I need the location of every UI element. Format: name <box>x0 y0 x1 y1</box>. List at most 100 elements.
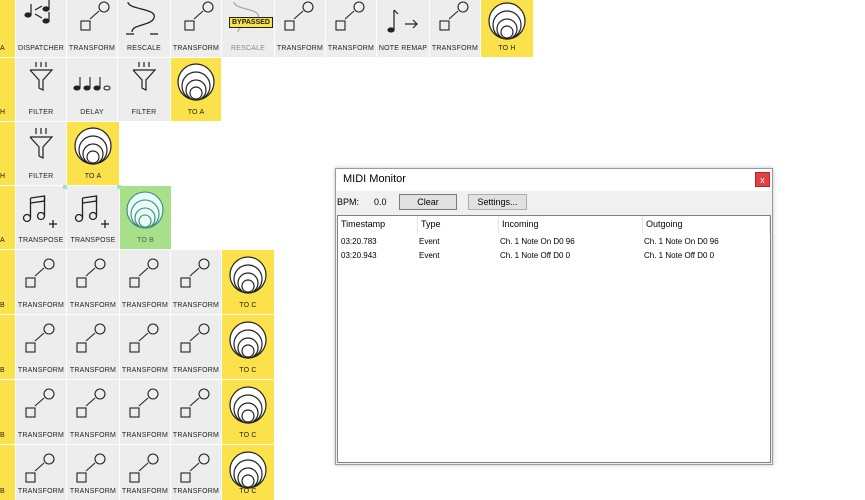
filter-tile[interactable]: FILTER <box>118 58 170 121</box>
output-tile-to-a[interactable]: TO A <box>171 58 221 121</box>
output-tile-to-b[interactable]: TO B <box>120 186 171 249</box>
rescale-bypassed-tile[interactable]: BYPASSED RESCALE <box>222 0 274 57</box>
tile-label: TRANSFORM <box>69 302 117 309</box>
edge-tile[interactable]: H <box>0 58 15 121</box>
column-header-timestamp[interactable]: Timestamp <box>338 216 418 233</box>
tile-label: TRANSFORM <box>68 45 116 52</box>
transform-tile[interactable]: TRANSFORM <box>67 0 117 57</box>
edge-tile[interactable]: B <box>0 250 15 314</box>
column-header-outgoing[interactable]: Outgoing <box>643 216 770 233</box>
edge-tile[interactable]: B <box>0 445 15 500</box>
delay-tile[interactable]: DELAY <box>67 58 117 121</box>
window-title: MIDI Monitor <box>343 173 406 185</box>
transform-tile[interactable]: TRANSFORM <box>16 380 66 444</box>
tile-label: FILTER <box>28 109 54 116</box>
midi-monitor-window: MIDI Monitor x BPM: 0.0 Clear Settings..… <box>335 168 773 465</box>
transform-tile[interactable]: TRANSFORM <box>120 250 170 314</box>
tile-label: TRANSFORM <box>172 367 220 374</box>
output-tile-to-c[interactable]: TO C <box>222 445 274 500</box>
note-remap-tile[interactable]: NOTE REMAP <box>377 0 429 57</box>
title-bar[interactable]: MIDI Monitor x <box>336 169 772 191</box>
transform-tile[interactable]: TRANSFORM <box>16 445 66 500</box>
transpose-tile[interactable]: TRANSPOSE <box>67 186 119 249</box>
bpm-value: 0.0 <box>374 197 387 207</box>
tile-label: TO A <box>187 109 205 116</box>
tile-label: A <box>0 45 5 52</box>
transform-tile[interactable]: TRANSFORM <box>430 0 480 57</box>
output-tile-to-a[interactable]: TO A <box>67 122 119 185</box>
tile-label: RESCALE <box>126 45 162 52</box>
column-header-incoming[interactable]: Incoming <box>499 216 643 233</box>
output-tile-to-c[interactable]: TO C <box>222 380 274 444</box>
midi-event-list[interactable]: Timestamp Type Incoming Outgoing 03:20.7… <box>337 215 771 463</box>
edge-tile[interactable]: A <box>0 0 15 57</box>
row-outgoing: Ch. 1 Note Off D0 0 <box>644 251 715 260</box>
transform-tile[interactable]: TRANSFORM <box>67 315 119 379</box>
edge-tile[interactable]: B <box>0 380 15 444</box>
tile-label: TRANSFORM <box>121 302 169 309</box>
transform-tile[interactable]: TRANSFORM <box>275 0 325 57</box>
row-timestamp: 03:20.783 <box>341 237 377 246</box>
tile-label: TO C <box>239 432 257 439</box>
tile-label: TRANSPOSE <box>18 237 64 244</box>
row-type: Event <box>419 237 440 246</box>
column-header-type[interactable]: Type <box>418 216 499 233</box>
transform-tile[interactable]: TRANSFORM <box>171 250 221 314</box>
transform-tile[interactable]: TRANSFORM <box>171 315 221 379</box>
transform-tile[interactable]: TRANSFORM <box>171 0 221 57</box>
rescale-tile[interactable]: RESCALE <box>118 0 170 57</box>
tile-label: H <box>0 109 6 116</box>
transform-tile[interactable]: TRANSFORM <box>326 0 376 57</box>
row-incoming: Ch. 1 Note On D0 96 <box>500 237 575 246</box>
transform-tile[interactable]: TRANSFORM <box>120 380 170 444</box>
transform-tile[interactable]: TRANSFORM <box>171 380 221 444</box>
tile-label: TO B <box>136 237 154 244</box>
transform-tile[interactable]: TRANSFORM <box>120 315 170 379</box>
output-tile-to-c[interactable]: TO C <box>222 250 274 314</box>
tile-label: FILTER <box>28 173 54 180</box>
tile-label: TRANSFORM <box>327 45 375 52</box>
filter-tile[interactable]: FILTER <box>16 122 66 185</box>
filter-tile[interactable]: FILTER <box>16 58 66 121</box>
transpose-tile[interactable]: TRANSPOSE <box>16 186 66 249</box>
selection-handle[interactable] <box>63 185 67 189</box>
transform-tile[interactable]: TRANSFORM <box>16 250 66 314</box>
edge-tile[interactable]: A <box>0 186 15 249</box>
transform-tile[interactable]: TRANSFORM <box>120 445 170 500</box>
edge-tile[interactable]: H <box>0 122 15 185</box>
edge-tile[interactable]: B <box>0 315 15 379</box>
output-tile-to-h[interactable]: TO H <box>481 0 533 57</box>
transform-tile[interactable]: TRANSFORM <box>171 445 221 500</box>
tile-label: TRANSFORM <box>121 432 169 439</box>
tile-label: TRANSFORM <box>69 367 117 374</box>
tile-label: A <box>0 237 5 244</box>
tile-label: TRANSFORM <box>69 488 117 495</box>
tile-label: TRANSFORM <box>69 432 117 439</box>
tile-label: TRANSFORM <box>172 488 220 495</box>
tile-label: FILTER <box>131 109 157 116</box>
transform-tile[interactable]: TRANSFORM <box>67 445 119 500</box>
clear-button[interactable]: Clear <box>399 194 457 210</box>
tile-label: B <box>0 367 5 374</box>
transform-tile[interactable]: TRANSFORM <box>16 315 66 379</box>
tile-label: TO H <box>498 45 516 52</box>
output-tile-to-c[interactable]: TO C <box>222 315 274 379</box>
tile-label: TRANSFORM <box>17 432 65 439</box>
close-button[interactable]: x <box>755 172 770 187</box>
transform-tile[interactable]: TRANSFORM <box>67 250 119 314</box>
bpm-label: BPM: <box>337 197 360 207</box>
selection-handle[interactable] <box>117 185 121 189</box>
dispatcher-tile[interactable]: DISPATCHER <box>16 0 66 57</box>
tile-label: TO C <box>239 488 257 495</box>
tile-label: B <box>0 432 5 439</box>
tile-label: TO A <box>84 173 102 180</box>
settings-button[interactable]: Settings... <box>468 194 527 210</box>
row-incoming: Ch. 1 Note Off D0 0 <box>500 251 571 260</box>
tile-label: DISPATCHER <box>17 45 65 52</box>
tile-label: TRANSFORM <box>121 488 169 495</box>
tile-label: TRANSFORM <box>17 367 65 374</box>
tile-label: TO C <box>239 367 257 374</box>
row-timestamp: 03:20.943 <box>341 251 377 260</box>
tile-label: TO C <box>239 302 257 309</box>
transform-tile[interactable]: TRANSFORM <box>67 380 119 444</box>
